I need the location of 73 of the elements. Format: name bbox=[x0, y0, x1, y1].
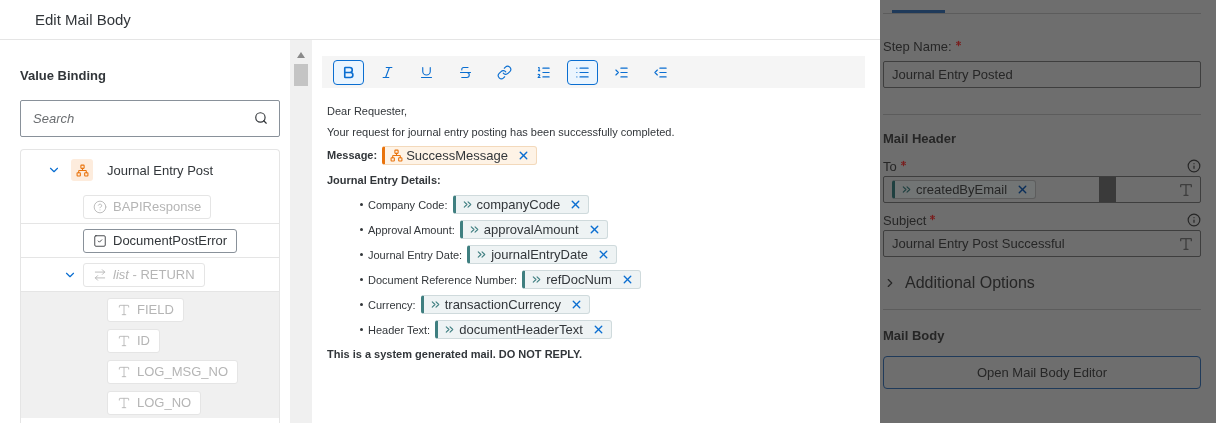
body-text: Your request for journal entry posting has been successfully completed. bbox=[327, 125, 675, 138]
field-label: To bbox=[883, 158, 908, 174]
link-icon bbox=[497, 64, 512, 80]
chevrons-icon bbox=[900, 183, 913, 196]
underline-icon bbox=[419, 64, 434, 80]
scroll-thumb bbox=[1098, 177, 1116, 202]
bullet-icon bbox=[360, 203, 363, 206]
text-type-icon[interactable] bbox=[1178, 235, 1194, 252]
binding-token[interactable]: approvalAmount bbox=[459, 220, 608, 239]
indent-icon bbox=[614, 64, 629, 80]
bullet-list-button[interactable] bbox=[567, 59, 598, 85]
body-label: Company Code: bbox=[368, 198, 448, 211]
text-type-icon bbox=[117, 395, 131, 410]
field-label: Subject bbox=[883, 212, 938, 228]
numbered-list-icon bbox=[536, 64, 551, 80]
bold-icon bbox=[341, 64, 356, 80]
search-field[interactable]: Search bbox=[20, 100, 280, 137]
binding-token[interactable]: journalEntryDate bbox=[467, 245, 617, 264]
scroll-up-icon[interactable] bbox=[297, 52, 305, 58]
text-type-icon bbox=[117, 364, 131, 379]
body-label: Journal Entry Date: bbox=[368, 248, 463, 261]
section-title: Mail Header bbox=[883, 131, 957, 146]
additional-options-toggle[interactable]: Additional Options bbox=[883, 257, 1201, 309]
binding-token[interactable]: createdByEmail bbox=[892, 180, 1037, 199]
binding-token[interactable]: transactionCurrency bbox=[420, 295, 590, 314]
section-title: Mail Body bbox=[883, 328, 946, 343]
subject-field[interactable]: Journal Entry Post Successful bbox=[883, 230, 1201, 257]
checkbox-icon bbox=[93, 233, 107, 248]
body-label: Approval Amount: bbox=[368, 223, 455, 236]
remove-icon[interactable] bbox=[597, 248, 610, 261]
body-label: Document Reference Number: bbox=[368, 273, 518, 286]
text-type-icon[interactable] bbox=[1178, 181, 1194, 198]
structure-icon bbox=[390, 148, 404, 162]
body-label: Currency: bbox=[368, 298, 416, 311]
open-editor-button[interactable]: Open Mail Body Editor bbox=[883, 356, 1201, 389]
search-icon[interactable] bbox=[254, 111, 268, 125]
field-label: Step Name: bbox=[883, 38, 963, 54]
strikethrough-icon bbox=[458, 64, 473, 80]
scroll-thumb[interactable] bbox=[294, 64, 308, 86]
binding-token[interactable]: companyCode bbox=[452, 195, 590, 214]
structure-icon bbox=[71, 159, 93, 181]
bold-button[interactable] bbox=[333, 59, 364, 85]
info-icon[interactable] bbox=[1187, 213, 1201, 227]
binding-token[interactable]: refDocNum bbox=[522, 270, 641, 289]
body-heading: Journal Entry Details: bbox=[327, 174, 441, 186]
arrows-icon bbox=[93, 267, 107, 282]
outdent-icon bbox=[653, 64, 668, 80]
italic-icon bbox=[380, 64, 395, 80]
binding-token[interactable]: SuccessMessage bbox=[382, 145, 538, 165]
step-name-field[interactable]: Journal Entry Posted bbox=[883, 61, 1201, 88]
bullet-icon bbox=[360, 303, 363, 306]
body-label: Message: bbox=[327, 149, 378, 161]
text-type-icon bbox=[117, 333, 131, 348]
binding-token[interactable]: documentHeaderText bbox=[435, 320, 612, 339]
body-heading: This is a system generated mail. DO NOT REPLY. bbox=[327, 348, 583, 360]
info-icon[interactable] bbox=[1187, 159, 1201, 173]
recipient-field[interactable]: createdByEmail bbox=[883, 176, 1201, 203]
bullet-icon bbox=[360, 328, 363, 331]
bullet-list-icon bbox=[575, 64, 590, 80]
scrollbar[interactable] bbox=[290, 40, 312, 423]
dialog-title: Edit Mail Body bbox=[35, 11, 131, 28]
body-text: Dear Requester, bbox=[327, 104, 408, 117]
section-title: Value Binding bbox=[20, 68, 107, 83]
bullet-icon bbox=[360, 253, 363, 256]
question-circle-icon bbox=[93, 199, 107, 214]
tree-node[interactable]: Journal Entry Post bbox=[107, 162, 214, 178]
bullet-icon bbox=[360, 228, 363, 231]
tree-node[interactable]: DocumentPostError bbox=[83, 228, 238, 253]
body-label: Header Text: bbox=[368, 323, 431, 336]
text-type-icon bbox=[117, 302, 131, 317]
tab-indicator bbox=[892, 10, 945, 13]
bullet-icon bbox=[360, 278, 363, 281]
remove-icon[interactable] bbox=[570, 298, 583, 311]
